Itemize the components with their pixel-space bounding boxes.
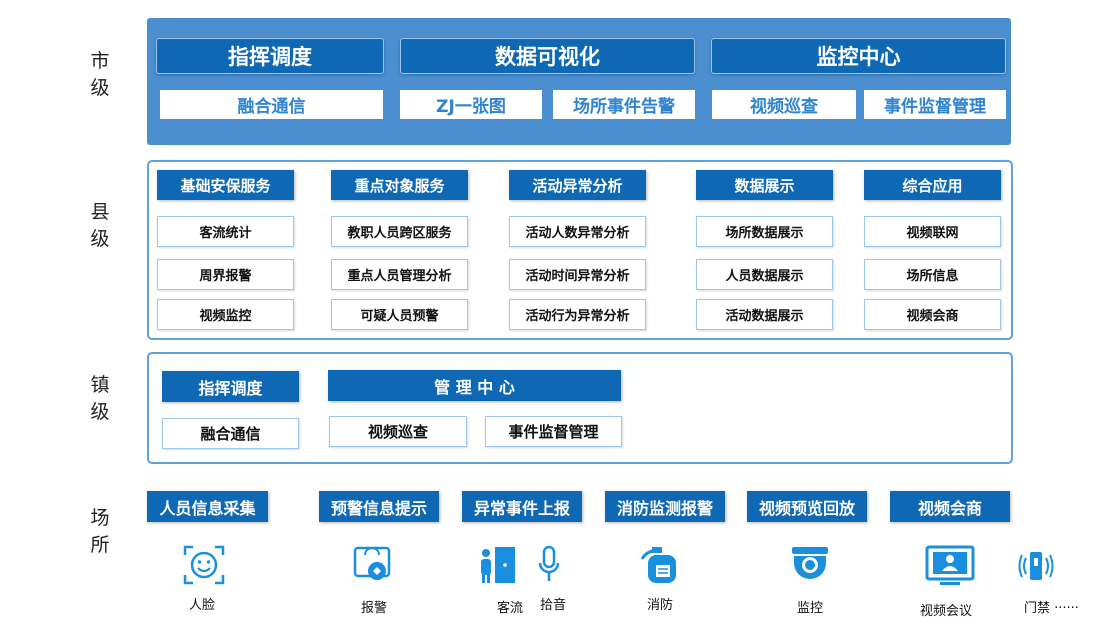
- device-label-face: 人脸: [189, 598, 216, 613]
- level-label-town: 镇级: [90, 374, 110, 423]
- access-control-icon: [1018, 548, 1054, 586]
- town-head-command[interactable]: 指挥调度: [162, 371, 299, 402]
- level-label-city: 市级: [90, 50, 110, 99]
- city-head-command[interactable]: 指挥调度: [156, 38, 384, 74]
- county-item[interactable]: 周界报警: [157, 259, 294, 290]
- county-head-key-object[interactable]: 重点对象服务: [331, 170, 468, 200]
- town-item-fusion-comm[interactable]: 融合通信: [162, 418, 299, 449]
- county-item[interactable]: 场所信息: [864, 259, 1001, 290]
- device-label-fire: 消防: [647, 598, 674, 613]
- device-label-access-control: 门禁 ······: [1024, 601, 1079, 616]
- county-item[interactable]: 活动时间异常分析: [509, 259, 646, 290]
- county-head-integrated-app[interactable]: 综合应用: [864, 170, 1001, 200]
- county-head-basic-security[interactable]: 基础安保服务: [157, 170, 294, 200]
- venue-head-warning-info[interactable]: 预警信息提示: [319, 491, 439, 522]
- county-item[interactable]: 活动行为异常分析: [509, 299, 646, 330]
- venue-head-person-info[interactable]: 人员信息采集: [147, 491, 268, 522]
- city-sub-video-patrol[interactable]: 视频巡查: [712, 90, 856, 119]
- device-label-alarm: 报警: [361, 601, 388, 616]
- county-level-panel: 基础安保服务 客流统计 周界报警 视频监控 重点对象服务 教职人员跨区服务 重点…: [147, 160, 1013, 340]
- device-label-monitor: 监控: [797, 601, 824, 616]
- county-item[interactable]: 视频会商: [864, 299, 1001, 330]
- county-item[interactable]: 重点人员管理分析: [331, 259, 468, 290]
- city-sub-venue-alarm[interactable]: 场所事件告警: [553, 90, 695, 119]
- venue-head-video-playback[interactable]: 视频预览回放: [747, 491, 867, 522]
- city-sub-fusion-comm[interactable]: 融合通信: [160, 90, 383, 119]
- county-item[interactable]: 人员数据展示: [696, 259, 833, 290]
- microphone-icon: [538, 545, 560, 585]
- county-item[interactable]: 场所数据展示: [696, 216, 833, 247]
- city-sub-event-supervision[interactable]: 事件监督管理: [864, 90, 1006, 119]
- county-item[interactable]: 教职人员跨区服务: [331, 216, 468, 247]
- town-head-management-center[interactable]: 管 理 中 心: [328, 370, 621, 401]
- town-item-video-patrol[interactable]: 视频巡查: [329, 416, 467, 447]
- venue-head-fire-alarm[interactable]: 消防监测报警: [605, 491, 725, 522]
- county-head-data-display[interactable]: 数据展示: [696, 170, 833, 200]
- fire-extinguisher-icon: [638, 545, 680, 585]
- town-level-panel: 指挥调度 管 理 中 心 融合通信 视频巡查 事件监督管理: [147, 352, 1013, 464]
- device-label-microphone: 拾音: [540, 598, 567, 613]
- city-level-panel: 指挥调度 数据可视化 监控中心 融合通信 ZJ一张图 场所事件告警 视频巡查 事…: [147, 18, 1011, 145]
- dome-camera-icon: [790, 545, 830, 585]
- venue-head-video-consult[interactable]: 视频会商: [890, 491, 1010, 522]
- alarm-icon: [353, 545, 393, 585]
- county-item[interactable]: 视频联网: [864, 216, 1001, 247]
- device-label-video-conference: 视频会议: [920, 604, 973, 619]
- video-conference-icon: [925, 545, 977, 589]
- county-item[interactable]: 客流统计: [157, 216, 294, 247]
- level-label-venue: 场所: [90, 507, 110, 556]
- level-label-county: 县级: [90, 201, 110, 250]
- face-scan-icon: [183, 545, 225, 585]
- county-head-activity-anomaly[interactable]: 活动异常分析: [509, 170, 646, 200]
- county-item[interactable]: 视频监控: [157, 299, 294, 330]
- city-head-monitoring[interactable]: 监控中心: [711, 38, 1006, 74]
- town-item-event-supervision[interactable]: 事件监督管理: [485, 416, 622, 447]
- city-head-visualization[interactable]: 数据可视化: [400, 38, 695, 74]
- venue-head-event-report[interactable]: 异常事件上报: [462, 491, 582, 522]
- device-label-people-flow: 客流: [497, 601, 524, 616]
- people-flow-icon: [478, 545, 518, 585]
- county-item[interactable]: 活动数据展示: [696, 299, 833, 330]
- county-item[interactable]: 可疑人员预警: [331, 299, 468, 330]
- county-item[interactable]: 活动人数异常分析: [509, 216, 646, 247]
- city-sub-map[interactable]: ZJ一张图: [400, 90, 542, 119]
